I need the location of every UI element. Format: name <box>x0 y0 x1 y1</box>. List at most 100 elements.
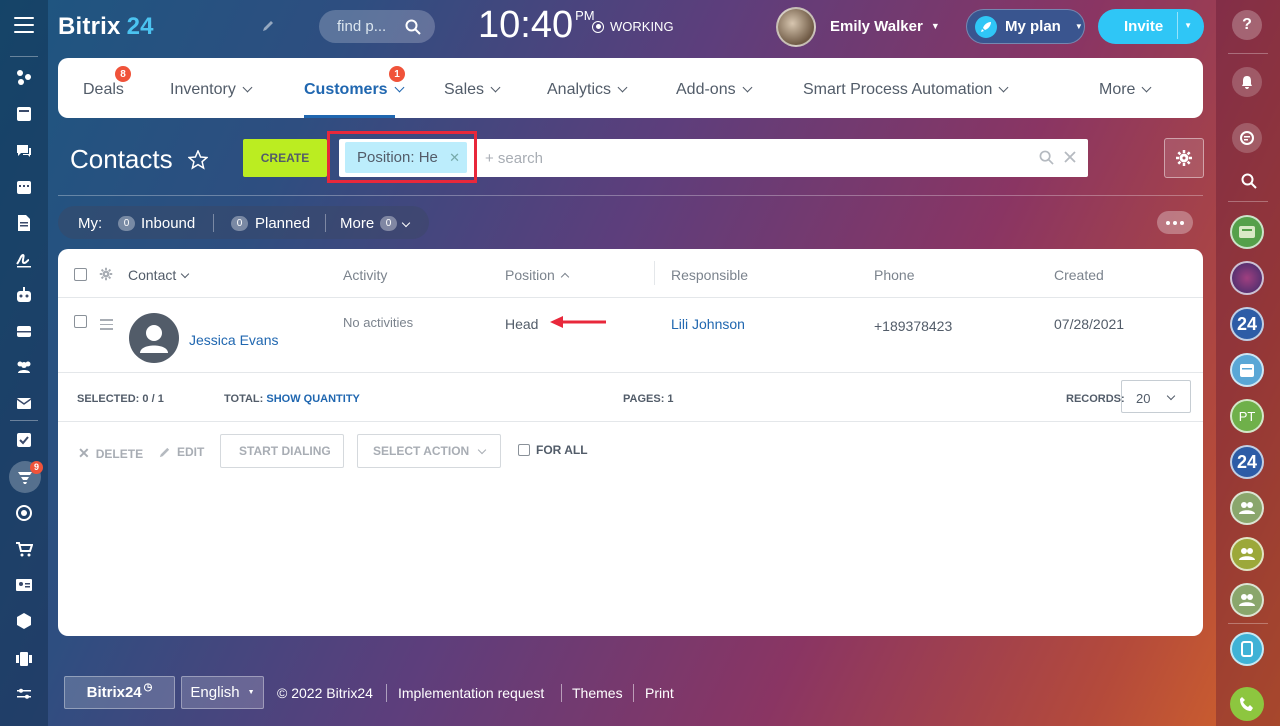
box-icon[interactable] <box>14 611 34 631</box>
tab-deals[interactable]: Deals <box>83 81 124 99</box>
document-icon[interactable] <box>14 213 34 233</box>
settings-sliders-icon[interactable] <box>14 684 34 704</box>
footer-logo-text: Bitrix24 <box>86 684 142 701</box>
column-header-position[interactable]: Position <box>505 267 570 283</box>
grid-settings-button[interactable] <box>1164 138 1204 178</box>
messenger-icon[interactable] <box>1232 123 1262 153</box>
tab-smart-process-automation[interactable]: Smart Process Automation <box>803 81 1009 99</box>
gear-icon <box>1176 150 1192 166</box>
footer-logo-button[interactable]: Bitrix24 ◷ <box>64 676 175 709</box>
target-icon[interactable] <box>14 503 34 523</box>
column-header-created[interactable]: Created <box>1054 267 1104 283</box>
inbox-icon[interactable] <box>14 321 34 341</box>
print-link[interactable]: Print <box>645 685 674 701</box>
counter-more[interactable]: More <box>340 215 374 232</box>
counter-planned[interactable]: Planned <box>255 215 310 232</box>
tab-sales[interactable]: Sales <box>444 81 501 99</box>
sidebar-search-icon[interactable] <box>1241 173 1257 194</box>
edit-action[interactable]: EDIT <box>158 445 204 459</box>
tab-customers[interactable]: Customers <box>304 81 405 99</box>
app-logo[interactable]: Bitrix 24 <box>58 13 154 41</box>
create-button[interactable]: CREATE <box>243 139 327 177</box>
phone-cell[interactable]: +189378423 <box>874 318 952 334</box>
column-header-phone[interactable]: Phone <box>874 267 914 283</box>
sitemap-icon[interactable] <box>14 67 34 87</box>
calendar-icon[interactable] <box>14 177 34 197</box>
table-row[interactable]: Jessica Evans No activities Head Lili Jo… <box>58 297 1203 373</box>
notifications-icon[interactable] <box>1232 67 1262 97</box>
bitrix-chat-avatar[interactable]: 24 <box>1230 307 1264 341</box>
bitrix-chat-avatar-2[interactable]: 24 <box>1230 445 1264 479</box>
search-icon[interactable] <box>1039 150 1054 165</box>
pages-value[interactable]: 1 <box>667 393 673 405</box>
invite-button[interactable]: Invite ▼ <box>1098 9 1204 44</box>
group-chat-icon-2[interactable] <box>1230 537 1264 571</box>
records-value: 20 <box>1136 391 1151 406</box>
mail-icon[interactable] <box>14 393 34 413</box>
for-all-checkbox-label[interactable]: FOR ALL <box>518 443 588 457</box>
chat-avatar-photo[interactable] <box>1230 261 1264 295</box>
global-search-input[interactable]: find p... <box>319 10 435 43</box>
contact-card-icon[interactable] <box>14 575 34 595</box>
implementation-request-link[interactable]: Implementation request <box>398 685 544 701</box>
employees-icon[interactable] <box>14 357 34 377</box>
delete-action[interactable]: ✕ DELETE <box>78 445 143 462</box>
apps-icon[interactable] <box>14 649 34 669</box>
group-chat-icon-3[interactable] <box>1230 583 1264 617</box>
user-menu[interactable]: Emily Walker ▼ <box>830 18 940 35</box>
work-status[interactable]: WORKING <box>592 19 674 34</box>
pt-initials: PT <box>1238 408 1256 424</box>
column-header-contact[interactable]: Contact <box>128 267 190 283</box>
open-channels-icon[interactable] <box>1230 632 1264 666</box>
planned-count[interactable]: 0 <box>231 216 248 231</box>
language-selector[interactable]: English ▼ <box>181 676 264 709</box>
themes-link[interactable]: Themes <box>572 685 623 701</box>
responsible-link[interactable]: Lili Johnson <box>671 316 745 332</box>
menu-icon[interactable] <box>14 17 34 33</box>
contact-avatar[interactable] <box>129 313 179 363</box>
column-header-activity[interactable]: Activity <box>343 267 387 283</box>
select-all-checkbox[interactable] <box>74 268 87 281</box>
row-checkbox[interactable] <box>74 315 87 328</box>
chat-avatar-pt[interactable]: PT <box>1230 399 1264 433</box>
select-action-dropdown[interactable]: SELECT ACTION <box>357 434 501 468</box>
tab-add-ons[interactable]: Add-ons <box>676 81 753 99</box>
clock[interactable]: 10:40 PM <box>478 4 595 47</box>
column-settings-gear-icon[interactable] <box>99 267 113 281</box>
tasks-icon[interactable] <box>14 430 34 450</box>
records-per-page-select[interactable]: 20 <box>1121 380 1191 413</box>
for-all-checkbox[interactable] <box>518 444 530 456</box>
signature-icon[interactable] <box>14 249 34 269</box>
help-icon[interactable]: ? <box>1232 10 1262 40</box>
tab-more[interactable]: More <box>1099 81 1152 99</box>
tab-analytics[interactable]: Analytics <box>547 81 628 99</box>
my-plan-button[interactable]: My plan ▼ <box>966 9 1085 44</box>
chevron-down-icon[interactable] <box>401 218 411 228</box>
caret-down-icon[interactable]: ▼ <box>1184 21 1192 30</box>
tab-inventory[interactable]: Inventory <box>170 81 253 99</box>
column-header-responsible[interactable]: Responsible <box>671 267 748 283</box>
more-count[interactable]: 0 <box>380 216 397 231</box>
robot-icon[interactable] <box>14 285 34 305</box>
more-options-button[interactable] <box>1157 211 1193 234</box>
phone-icon[interactable] <box>1230 687 1264 721</box>
star-icon[interactable] <box>186 149 209 170</box>
contact-name-link[interactable]: Jessica Evans <box>189 332 278 348</box>
counters-my-label: My: <box>78 215 103 232</box>
row-menu-icon[interactable] <box>100 319 113 330</box>
start-dialing-button[interactable]: START DIALING <box>220 434 344 468</box>
edit-pencil-icon[interactable] <box>261 19 275 38</box>
left-sidebar: 9 <box>0 0 48 726</box>
user-avatar[interactable] <box>776 7 816 47</box>
chat-avatar-group-icon[interactable] <box>1230 215 1264 249</box>
inbound-count[interactable]: 0 <box>118 216 135 231</box>
calendar-chat-icon[interactable] <box>1230 353 1264 387</box>
feed-icon[interactable] <box>14 104 34 124</box>
chat-icon[interactable] <box>14 141 34 161</box>
cart-icon[interactable] <box>14 539 34 559</box>
counter-inbound[interactable]: Inbound <box>141 215 195 232</box>
clear-icon[interactable] <box>1064 151 1076 163</box>
group-chat-icon[interactable] <box>1230 491 1264 525</box>
show-quantity-link[interactable]: SHOW QUANTITY <box>266 393 360 405</box>
activity-cell[interactable]: No activities <box>343 315 413 330</box>
